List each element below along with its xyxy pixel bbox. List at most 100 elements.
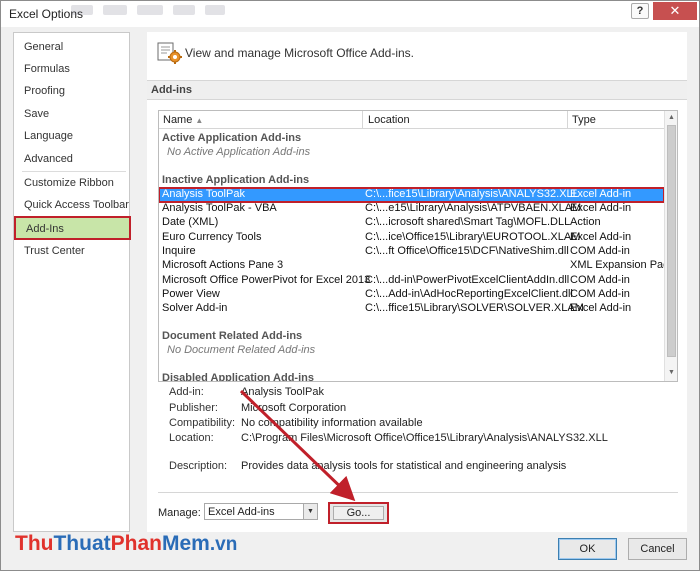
row-name: Euro Currency Tools <box>162 231 262 243</box>
go-button[interactable]: Go... <box>333 506 384 520</box>
row-type: Excel Add-in <box>570 231 632 243</box>
empty-note-active: No Active Application Add-ins <box>167 146 311 158</box>
table-row[interactable]: Power View C:\...Add-in\AdHocReportingEx… <box>159 288 664 302</box>
detail-addin: Add-in: Analysis ToolPak <box>169 386 679 400</box>
row-name: Date (XML) <box>162 216 219 228</box>
row-type: XML Expansion Pack <box>570 259 675 271</box>
row-type: Action <box>570 216 601 228</box>
row-type: Excel Add-in <box>570 302 632 314</box>
table-row[interactable]: Euro Currency Tools C:\...ice\Office15\L… <box>159 231 664 245</box>
sidebar-item-general[interactable]: General <box>24 41 63 53</box>
sidebar-item-formulas[interactable]: Formulas <box>24 63 70 75</box>
row-name: Solver Add-in <box>162 302 228 314</box>
group-header-active: Active Application Add-ins <box>162 132 302 144</box>
chevron-down-icon[interactable]: ▼ <box>303 504 317 519</box>
detail-publisher: Publisher: Microsoft Corporation <box>169 402 679 416</box>
sidebar-item-language[interactable]: Language <box>24 130 73 142</box>
cancel-button[interactable]: Cancel <box>628 538 687 560</box>
row-type: COM Add-in <box>570 288 630 300</box>
row-location: C:\...dd-in\PowerPivotExcelClientAddIn.d… <box>365 274 570 286</box>
row-location: C:\...icrosoft shared\Smart Tag\MOFL.DLL <box>365 216 571 228</box>
table-row[interactable]: Microsoft Actions Pane 3 XML Expansion P… <box>159 259 674 273</box>
sidebar-item-add-ins[interactable]: Add-Ins <box>14 216 131 240</box>
column-header-name[interactable]: Name ▲ <box>163 114 203 126</box>
empty-note-document: No Document Related Add-ins <box>167 344 316 356</box>
detail-label: Add-in: <box>169 386 204 398</box>
scroll-thumb[interactable] <box>667 125 676 357</box>
go-button-highlight: Go... <box>328 502 389 524</box>
panel-header-text: View and manage Microsoft Office Add-ins… <box>185 46 415 60</box>
row-name: Analysis ToolPak <box>162 188 245 200</box>
row-location: C:\...fice15\Library\Analysis\ANALYS32.X… <box>365 188 579 200</box>
section-label: Add-ins <box>151 84 192 96</box>
detail-value: Microsoft Corporation <box>241 402 347 414</box>
ok-button[interactable]: OK <box>558 538 617 560</box>
sidebar-item-trust-center[interactable]: Trust Center <box>24 245 85 257</box>
row-name: Analysis ToolPak - VBA <box>162 202 277 214</box>
title-bar-faint-tabs <box>71 5 241 19</box>
detail-value: Analysis ToolPak <box>241 386 324 398</box>
scroll-down-icon[interactable]: ▼ <box>666 367 677 379</box>
sidebar-item-add-ins-label: Add-Ins <box>26 223 64 235</box>
row-location: C:\...ft Office\Office15\DCF\NativeShim.… <box>365 245 569 257</box>
row-type: COM Add-in <box>570 245 630 257</box>
detail-label: Description: <box>169 460 228 472</box>
row-location: C:\...e15\Library\Analysis\ATPVBAEN.XLAM <box>365 202 582 214</box>
section-header: Add-ins <box>147 80 687 100</box>
table-row[interactable]: Solver Add-in C:\...ffice15\Library\SOLV… <box>159 302 664 316</box>
table-row[interactable]: Microsoft Office PowerPivot for Excel 20… <box>159 274 664 288</box>
row-type: COM Add-in <box>570 274 630 286</box>
table-row[interactable]: Date (XML) C:\...icrosoft shared\Smart T… <box>159 216 664 230</box>
sidebar: General Formulas Proofing Save Language … <box>13 32 131 532</box>
column-divider[interactable] <box>362 111 363 129</box>
add-ins-list[interactable]: Name ▲ Location Type Active Application A… <box>158 110 678 382</box>
add-ins-gear-icon <box>157 42 182 64</box>
sidebar-item-advanced[interactable]: Advanced <box>24 153 73 165</box>
column-header-type[interactable]: Type <box>572 114 596 126</box>
row-location: C:\...Add-in\AdHocReportingExcelClient.d… <box>365 288 573 300</box>
title-bar: Excel Options ? ✕ <box>1 1 699 27</box>
row-name: Power View <box>162 288 220 300</box>
detail-value: C:\Program Files\Microsoft Office\Office… <box>241 432 608 444</box>
scroll-up-icon[interactable]: ▲ <box>666 112 677 124</box>
column-divider[interactable] <box>567 111 568 129</box>
manage-select[interactable]: Excel Add-ins ▼ <box>204 503 318 520</box>
detail-compatibility: Compatibility: No compatibility informat… <box>169 417 679 431</box>
row-location: C:\...ice\Office15\Library\EUROTOOL.XLAM <box>365 231 581 243</box>
detail-label: Publisher: <box>169 402 218 414</box>
detail-description: Description: Provides data analysis tool… <box>169 460 679 474</box>
detail-value: Provides data analysis tools for statist… <box>241 460 567 472</box>
list-header: Name ▲ Location Type <box>159 111 664 129</box>
detail-label: Compatibility: <box>169 417 236 429</box>
table-row[interactable]: Inquire C:\...ft Office\Office15\DCF\Nat… <box>159 245 664 259</box>
list-scrollbar[interactable]: ▲ ▼ <box>664 111 677 381</box>
site-watermark: ThuThuatPhanMem.vn <box>15 532 238 555</box>
manage-select-value: Excel Add-ins <box>208 506 275 518</box>
row-name: Microsoft Office PowerPivot for Excel 20… <box>162 274 371 286</box>
sidebar-item-customize-ribbon[interactable]: Customize Ribbon <box>24 177 114 189</box>
sort-ascending-icon: ▲ <box>195 116 204 125</box>
row-type: Excel Add-in <box>570 202 632 214</box>
manage-label: Manage: <box>158 507 201 519</box>
detail-label: Location: <box>169 432 214 444</box>
table-row-selected[interactable]: Analysis ToolPak C:\...fice15\Library\An… <box>159 187 665 203</box>
group-header-inactive: Inactive Application Add-ins <box>162 174 310 186</box>
detail-value: No compatibility information available <box>241 417 423 429</box>
sidebar-divider <box>22 171 126 172</box>
row-location: C:\...ffice15\Library\SOLVER\SOLVER.XLAM <box>365 302 584 314</box>
sidebar-item-proofing[interactable]: Proofing <box>24 85 65 97</box>
group-header-document: Document Related Add-ins <box>162 330 303 342</box>
row-name: Inquire <box>162 245 196 257</box>
sidebar-item-quick-access-toolbar[interactable]: Quick Access Toolbar <box>24 199 129 211</box>
row-type: Excel Add-in <box>570 188 632 200</box>
main-panel: View and manage Microsoft Office Add-ins… <box>147 32 687 532</box>
detail-location: Location: C:\Program Files\Microsoft Off… <box>169 432 679 446</box>
excel-options-dialog: Excel Options ? ✕ General Formulas Proof… <box>0 0 700 571</box>
close-button[interactable]: ✕ <box>653 2 697 20</box>
sidebar-item-save[interactable]: Save <box>24 108 49 120</box>
group-header-disabled: Disabled Application Add-ins <box>162 372 314 382</box>
help-button[interactable]: ? <box>631 3 649 19</box>
column-header-location[interactable]: Location <box>368 114 410 126</box>
row-name: Microsoft Actions Pane 3 <box>162 259 284 271</box>
table-row[interactable]: Analysis ToolPak - VBA C:\...e15\Library… <box>159 202 664 216</box>
